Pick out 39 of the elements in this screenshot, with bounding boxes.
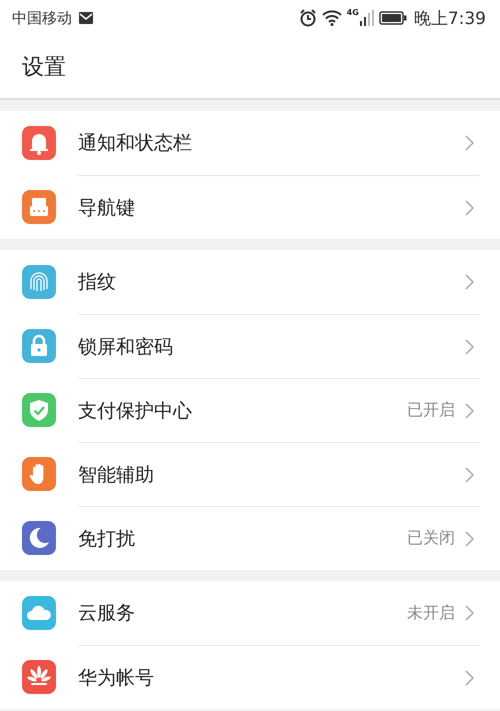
battery-icon [378,11,407,25]
chevron-icon [465,274,474,290]
settings-item[interactable]: 免打扰 已关闭 [0,506,500,570]
page-title: 设置 [22,54,66,82]
settings-item[interactable]: 支付保护中心 已开启 [0,378,500,442]
settings-item[interactable]: 云服务 未开启 [0,581,500,645]
mail-icon [79,12,93,24]
item-label: 免打扰 [78,526,135,552]
chevron-icon [465,466,474,482]
clock-time: 晚上7:39 [414,8,486,30]
chevron-icon [465,200,474,216]
settings-item[interactable]: 指纹 [0,250,500,314]
item-label: 云服务 [78,601,135,626]
item-label: 智能辅助 [78,462,154,488]
chevron-icon [465,670,474,686]
settings-item[interactable]: 锁屏和密码 [0,314,500,378]
item-label: 华为帐号 [78,666,154,690]
item-label: 支付保护中心 [78,398,192,424]
item-label: 通知和状态栏 [78,131,192,156]
chevron-icon [465,605,474,621]
settings-item[interactable]: 导航键 [0,175,500,239]
chevron-icon [465,135,474,151]
item-status: 未开启 [407,602,455,624]
carrier-name: 中国移动 [12,8,72,28]
chevron-icon [465,530,474,546]
network-type: 4G [346,8,359,17]
signal-icon [360,10,374,26]
chevron-icon [465,402,474,418]
item-status: 已开启 [407,400,455,421]
item-label: 指纹 [78,270,116,295]
alarm-icon [298,9,317,27]
wifi-icon [322,10,342,26]
item-label: 导航键 [78,196,135,220]
settings-item[interactable]: 华为帐号 [0,645,500,709]
settings-item[interactable]: 通知和状态栏 [0,111,500,175]
settings-item[interactable]: 智能辅助 [0,442,500,506]
item-label: 锁屏和密码 [78,334,173,360]
item-status: 已关闭 [407,528,455,549]
chevron-icon [465,338,474,354]
